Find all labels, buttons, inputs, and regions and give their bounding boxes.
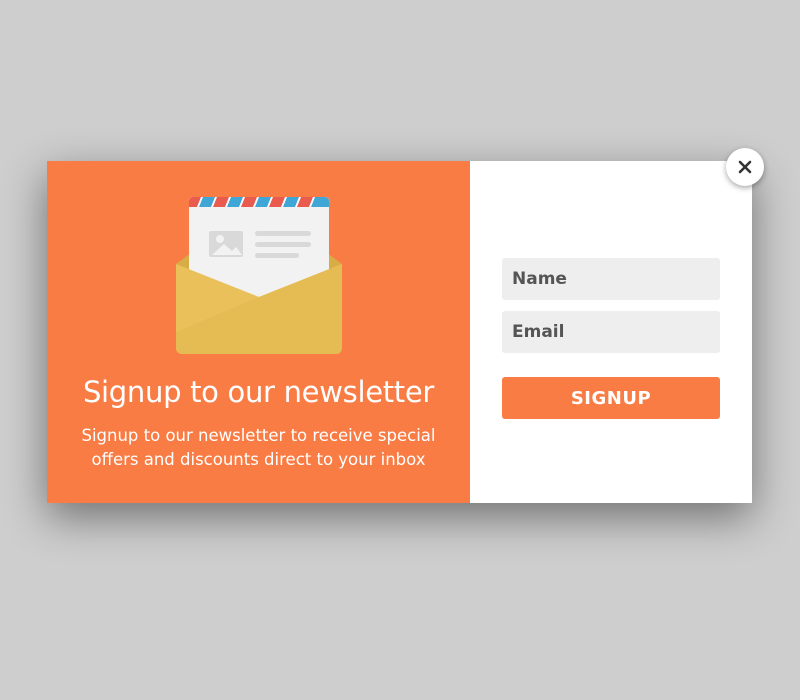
popup-form-panel: SIGNUP: [470, 161, 752, 503]
signup-button[interactable]: SIGNUP: [502, 377, 720, 419]
name-field[interactable]: [502, 258, 720, 300]
popup-description: Signup to our newsletter to receive spec…: [81, 426, 436, 469]
email-field[interactable]: [502, 311, 720, 353]
close-button[interactable]: [726, 148, 764, 186]
popup-promo-panel: Signup to our newsletter Signup to our n…: [47, 161, 470, 503]
newsletter-popup: Signup to our newsletter Signup to our n…: [47, 161, 752, 503]
close-icon: [738, 160, 752, 174]
popup-title: Signup to our newsletter: [82, 375, 435, 409]
envelope-letter-icon: [176, 197, 342, 354]
